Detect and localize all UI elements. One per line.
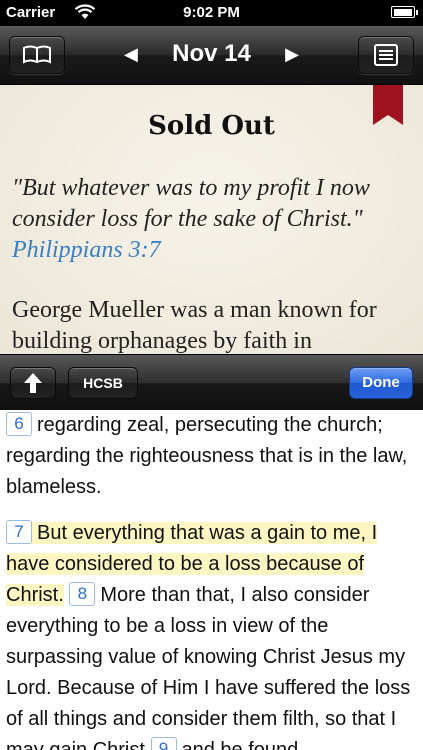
devotional-body: George Mueller was a man known for build…: [12, 297, 377, 354]
battery-icon: [391, 6, 418, 18]
devotional-reading[interactable]: Sold Out "But whatever was to my profit …: [0, 85, 423, 354]
top-nav-bar: ◀ Nov 14 ▶: [0, 26, 423, 85]
devotional-title: Sold Out: [148, 111, 275, 141]
quote-text: "But whatever was to my profit I now con…: [12, 175, 370, 232]
bible-version-button[interactable]: HCSB: [68, 367, 138, 399]
devotional-quote: "But whatever was to my profit I now con…: [12, 173, 412, 266]
status-bar: Carrier 9:02 PM: [0, 0, 423, 26]
next-day-button[interactable]: ▶: [285, 44, 299, 65]
bible-passage[interactable]: 6 regarding zeal, persecuting the church;…: [0, 410, 423, 750]
library-button[interactable]: [9, 36, 65, 74]
verse-text: regarding zeal, persecuting the church; …: [6, 414, 408, 498]
verse-text: and be found: [181, 739, 299, 750]
done-button[interactable]: Done: [349, 367, 413, 399]
passage-paragraph: 6 regarding zeal, persecuting the church;…: [6, 410, 418, 503]
clock: 9:02 PM: [183, 4, 240, 21]
passage-toolbar: HCSB Done: [0, 354, 423, 411]
arrow-up-icon: [24, 373, 42, 393]
expand-up-button[interactable]: [10, 367, 56, 399]
date-navigator: ◀ Nov 14 ▶: [100, 40, 323, 70]
verse-number[interactable]: 8: [69, 582, 96, 606]
passage-paragraph: 7 But everything that was a gain to me, I…: [6, 518, 418, 750]
book-icon: [23, 45, 51, 64]
verse-number[interactable]: 7: [6, 520, 32, 544]
scripture-reference-link[interactable]: Philippians 3:7: [12, 237, 161, 263]
menu-button[interactable]: [358, 36, 414, 74]
verse-number[interactable]: 9: [150, 737, 177, 750]
list-icon: [374, 44, 398, 66]
verse-number[interactable]: 6: [6, 412, 32, 436]
verse-text: More than that, I also consider everythi…: [6, 584, 411, 750]
